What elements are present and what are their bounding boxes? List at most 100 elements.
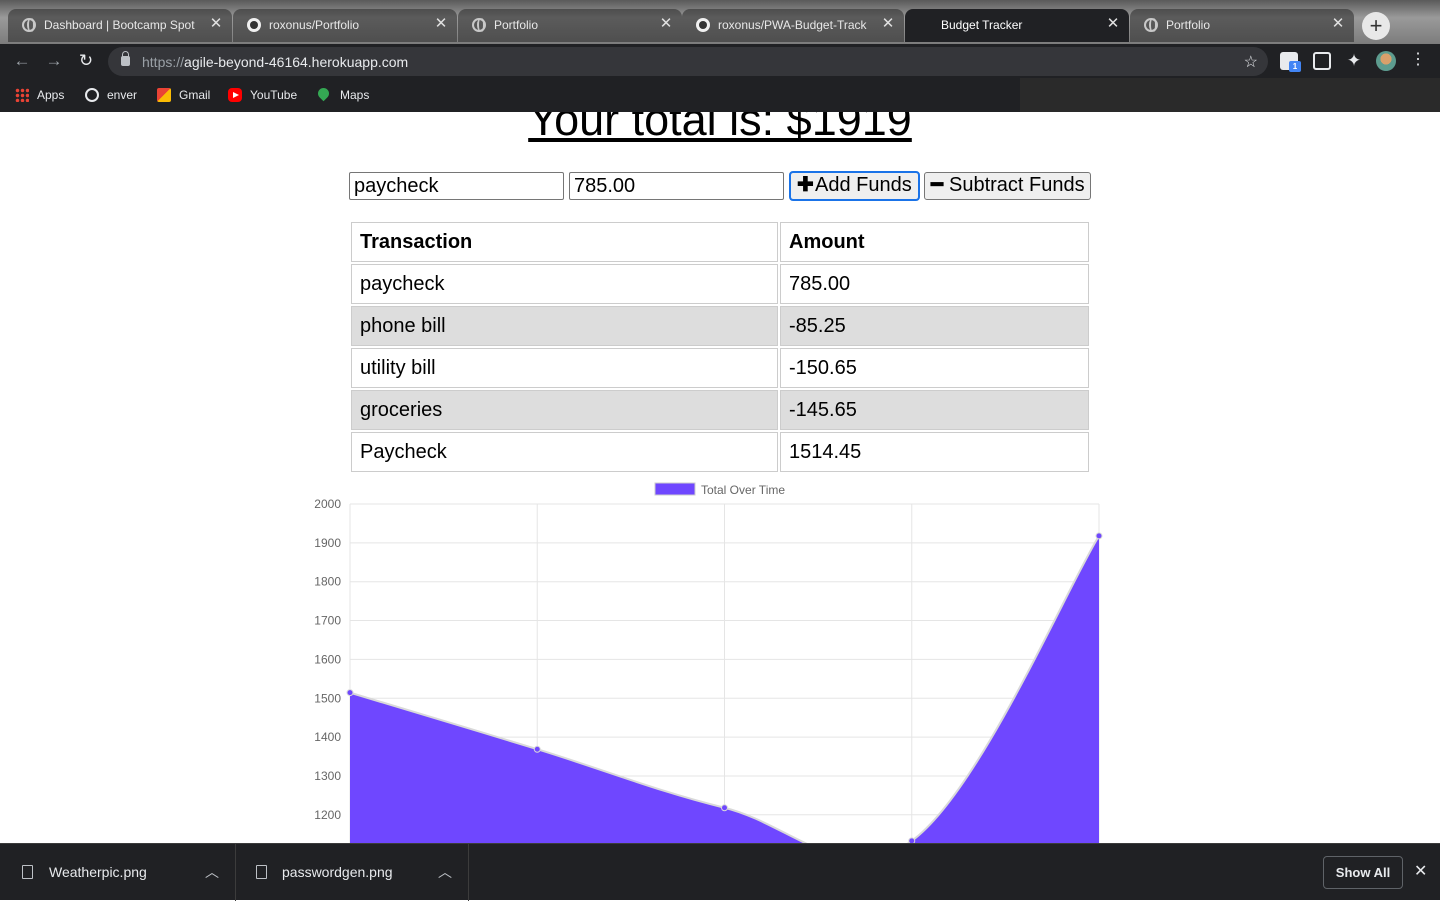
bookmark-label: enver [107, 88, 138, 102]
close-icon[interactable]: ✕ [880, 16, 896, 32]
download-filename: Weatherpic.png [49, 864, 147, 880]
lock-icon [121, 51, 130, 66]
close-icon[interactable]: ✕ [1414, 861, 1427, 881]
tab-title: Dashboard | Bootcamp Spot [44, 18, 195, 32]
transaction-amount-cell: 1514.45 [780, 432, 1089, 472]
youtube-icon [228, 88, 242, 102]
transactions-table: Transaction Amount paycheck 785.00 phone… [349, 220, 1091, 474]
tab-title: roxonus/PWA-Budget-Track [718, 18, 867, 32]
y-tick-label: 1700 [314, 614, 341, 628]
add-funds-button[interactable]: ✚Add Funds [789, 171, 920, 201]
forward-arrow-icon[interactable]: → [44, 51, 64, 71]
transaction-amount-cell: -150.65 [780, 348, 1089, 388]
kebab-menu-icon[interactable]: ⋮ [1410, 50, 1426, 70]
download-filename: passwordgen.png [282, 864, 393, 880]
new-tab-button[interactable]: + [1362, 12, 1390, 40]
data-point [346, 689, 354, 697]
show-all-button[interactable]: Show All [1323, 856, 1403, 889]
extension-icon[interactable]: 1 [1280, 52, 1301, 72]
tab-budget-tracker[interactable]: Budget Tracker ✕ [905, 9, 1129, 42]
legend-swatch [654, 482, 696, 496]
extension-badge: 1 [1289, 61, 1301, 72]
tab-github-portfolio[interactable]: roxonus/Portfolio ✕ [233, 9, 457, 42]
y-tick-label: 1200 [314, 808, 341, 822]
bookmark-gmail[interactable]: Gmail [157, 87, 217, 103]
back-arrow-icon[interactable]: ← [12, 51, 32, 71]
url-text[interactable]: https://agile-beyond-46164.herokuapp.com [142, 54, 408, 70]
table-row: groceries -145.65 [351, 390, 1089, 430]
subtract-funds-button[interactable]: ━ Subtract Funds [924, 172, 1091, 200]
tab-github-budget-tracker[interactable]: roxonus/PWA-Budget-Track ✕ [682, 9, 904, 42]
data-point [1095, 532, 1103, 540]
github-icon [696, 18, 710, 32]
transaction-name-cell: groceries [351, 390, 778, 430]
transaction-amount-cell: -145.65 [780, 390, 1089, 430]
download-item[interactable]: passwordgen.png ︿ [237, 844, 469, 901]
page-viewport: Your total is: $1919 ✚Add Funds ━Subtrac… [0, 112, 1440, 843]
tab-portfolio[interactable]: Portfolio ✕ [458, 9, 682, 42]
tab-title: Portfolio [1166, 18, 1211, 32]
close-icon[interactable]: ✕ [1105, 16, 1121, 32]
tab-bootcamp-dashboard[interactable]: Dashboard | Bootcamp Spot ✕ [8, 9, 232, 42]
puzzle-extensions-icon[interactable]: ✦ [1345, 52, 1363, 70]
address-bar[interactable]: https://agile-beyond-46164.herokuapp.com… [108, 47, 1268, 76]
reload-icon[interactable]: ↻ [76, 51, 96, 71]
bookmark-label: YouTube [250, 88, 298, 102]
downloads-bar: Weatherpic.png ︿ passwordgen.png ︿ Show … [0, 843, 1440, 901]
total-over-time-chart: 2000 1900 1800 1700 1600 1500 1400 1300 1200 Tota… [314, 482, 1103, 843]
y-tick-label: 1900 [314, 536, 341, 550]
url-scheme: https:// [142, 54, 185, 70]
total-heading: Your total is: $1919 [528, 112, 912, 145]
y-tick-label: 1400 [314, 730, 341, 744]
tab-strip: Dashboard | Bootcamp Spot ✕ roxonus/Port… [0, 0, 1440, 44]
y-tick-label: 2000 [314, 497, 341, 511]
bookmark-star-icon[interactable]: ☆ [1244, 52, 1258, 72]
bookmark-maps[interactable]: Maps [315, 85, 378, 103]
header-amount: Amount [780, 222, 1089, 262]
table-row: paycheck 785.00 [351, 264, 1089, 304]
add-funds-label: Add Funds [815, 174, 912, 196]
profile-avatar[interactable] [1376, 51, 1396, 71]
y-tick-label: 1600 [314, 652, 341, 666]
close-icon[interactable]: ✕ [1330, 16, 1346, 32]
download-item[interactable]: Weatherpic.png ︿ [0, 844, 236, 901]
globe-icon [1144, 18, 1158, 32]
transaction-amount-input[interactable] [569, 172, 784, 200]
table-row: phone bill -85.25 [351, 306, 1089, 346]
data-point [533, 745, 541, 753]
minus-icon: ━ [931, 174, 944, 196]
github-icon [247, 18, 261, 32]
y-tick-label: 1800 [314, 575, 341, 589]
close-icon[interactable]: ✕ [658, 16, 674, 32]
bookmark-youtube[interactable]: YouTube [228, 87, 308, 103]
close-icon[interactable]: ✕ [433, 16, 449, 32]
y-tick-label: 1300 [314, 769, 341, 783]
table-row: utility bill -150.65 [351, 348, 1089, 388]
legend-label: Total Over Time [701, 483, 785, 497]
transaction-name-input[interactable] [349, 172, 564, 200]
plus-icon: ✚ [797, 174, 814, 196]
screenshot-extension-icon[interactable] [1313, 52, 1331, 70]
transaction-name-cell: Paycheck [351, 432, 778, 472]
transaction-name-cell: paycheck [351, 264, 778, 304]
subtract-funds-label: Subtract Funds [949, 174, 1085, 196]
bookmark-enver[interactable]: enver [85, 87, 145, 103]
table-header-row: Transaction Amount [351, 222, 1089, 262]
maps-pin-icon [315, 85, 332, 102]
file-icon [22, 865, 33, 879]
transaction-amount-cell: -85.25 [780, 306, 1089, 346]
bookmark-label: Gmail [179, 88, 211, 102]
tab-title: roxonus/Portfolio [269, 18, 360, 32]
bookmark-label: Maps [340, 88, 370, 102]
globe-icon [472, 18, 486, 32]
close-icon[interactable]: ✕ [208, 16, 224, 32]
bookmark-apps[interactable]: Apps [15, 87, 75, 103]
chevron-up-icon[interactable]: ︿ [438, 862, 452, 882]
table-row: Paycheck 1514.45 [351, 432, 1089, 472]
gmail-icon [157, 88, 171, 102]
tab-title: Budget Tracker [941, 18, 1023, 32]
header-transaction: Transaction [351, 222, 778, 262]
file-icon [256, 865, 267, 879]
tab-portfolio-2[interactable]: Portfolio ✕ [1130, 9, 1354, 42]
chevron-up-icon[interactable]: ︿ [205, 862, 219, 882]
